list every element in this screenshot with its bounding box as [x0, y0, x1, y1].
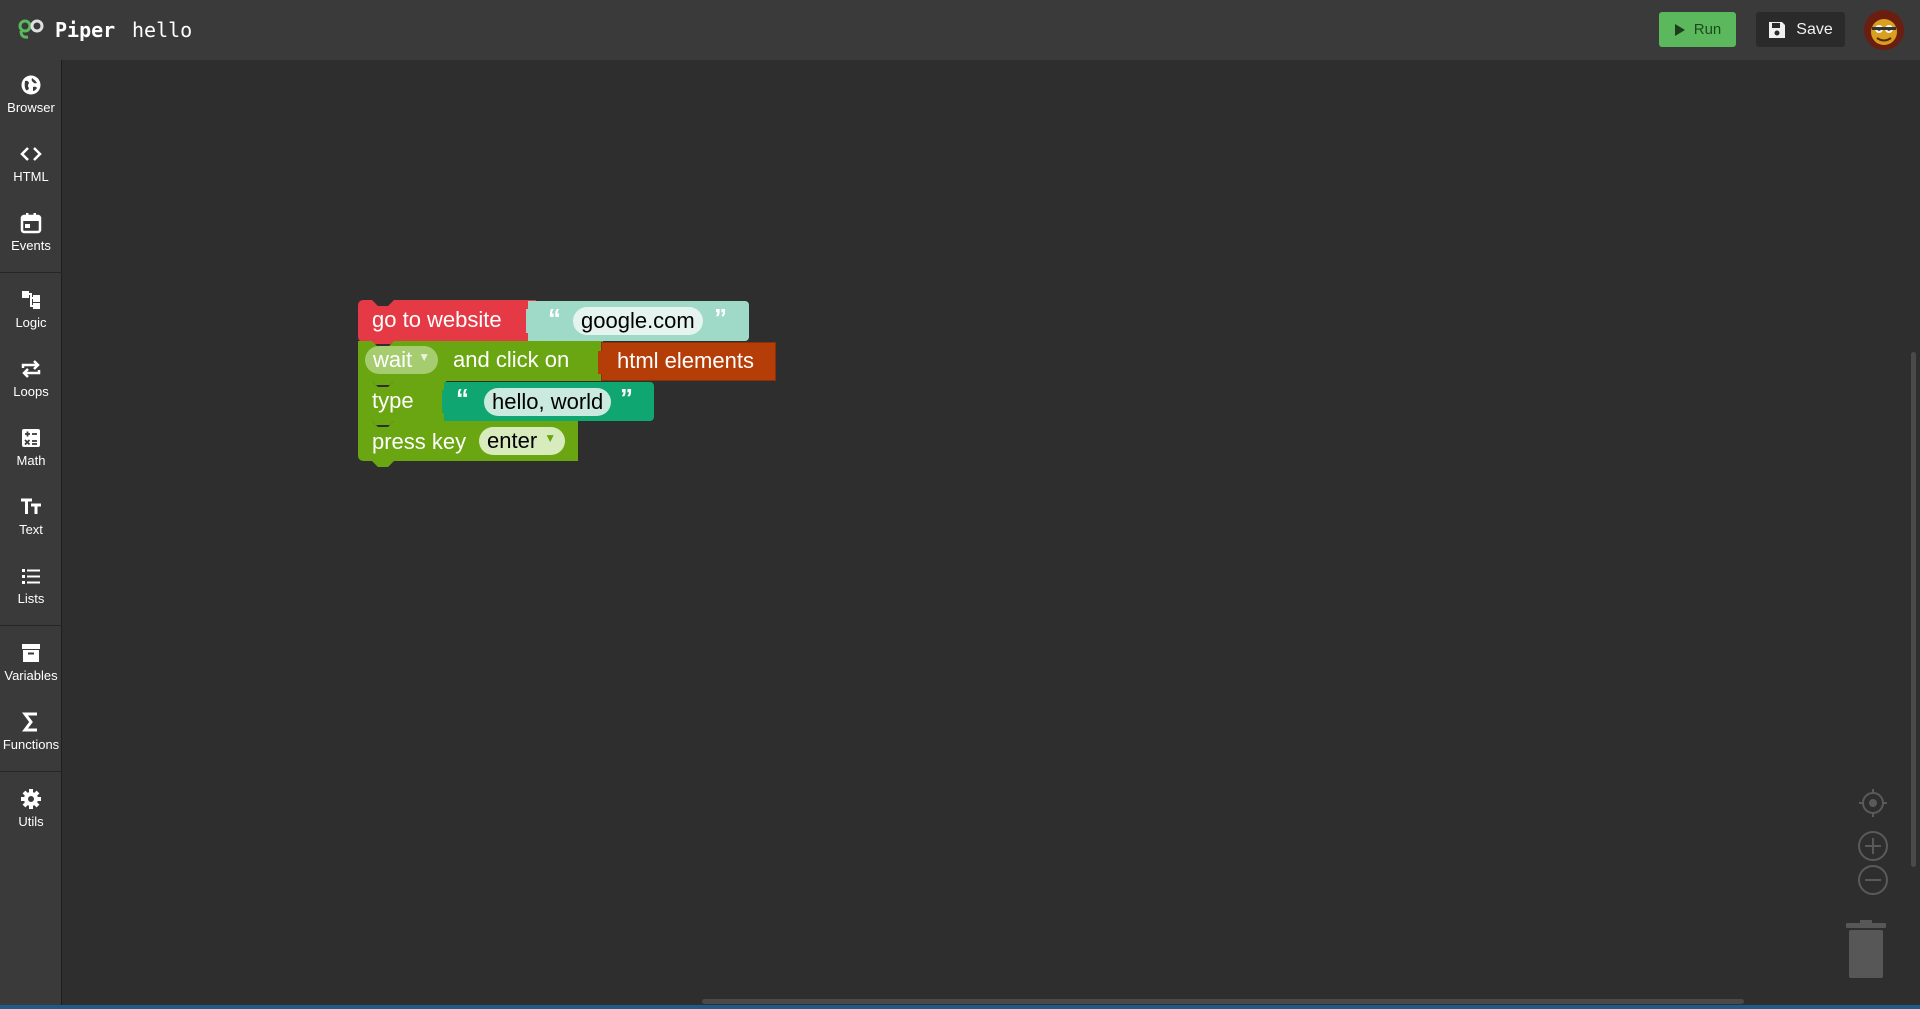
sigma-icon — [22, 712, 37, 732]
zoom-out-icon[interactable] — [1857, 864, 1889, 896]
calendar-icon — [20, 213, 42, 234]
user-avatar-icon — [1864, 10, 1904, 50]
horizontal-scrollbar[interactable] — [702, 999, 1744, 1004]
type-text-block[interactable]: “ hello, world ” — [442, 382, 654, 421]
puzzle-tab — [442, 390, 450, 413]
vertical-scrollbar[interactable] — [1911, 352, 1916, 867]
key-dropdown[interactable]: enter ▼ — [479, 427, 566, 455]
sidebar-label-logic: Logic — [15, 315, 47, 330]
html-elements-label: html elements — [617, 348, 754, 373]
key-value: enter — [487, 428, 538, 453]
wait-mode-dropdown[interactable]: wait ▼ — [365, 346, 439, 374]
sidebar-item-text[interactable]: Text — [0, 484, 62, 544]
go-to-website-label: go to website — [372, 307, 502, 332]
floppy-disk-icon — [1769, 21, 1786, 38]
save-button[interactable]: Save — [1756, 12, 1845, 47]
recenter-icon[interactable] — [1857, 787, 1889, 819]
sidebar-item-functions[interactable]: Functions — [0, 699, 62, 759]
gear-icon — [21, 789, 41, 809]
close-quote-icon: ” — [714, 303, 727, 333]
sidebar-label-utils: Utils — [18, 814, 44, 829]
sidebar-label-lists: Lists — [17, 591, 45, 606]
top-bar: Piper hello Run Save — [0, 0, 1920, 60]
sidebar-label-html: HTML — [13, 169, 49, 184]
sidebar-item-browser[interactable]: Browser — [0, 62, 62, 122]
calculator-icon — [22, 429, 40, 447]
sidebar-item-html[interactable]: HTML — [0, 131, 62, 191]
sidebar-label-browser: Browser — [7, 100, 55, 115]
save-label: Save — [1796, 20, 1833, 38]
run-label: Run — [1693, 21, 1722, 38]
sidebar-label-text: Text — [19, 522, 43, 537]
globe-icon — [21, 75, 41, 95]
code-icon — [20, 147, 42, 161]
puzzle-tab — [598, 351, 606, 374]
sidebar: Browser HTML Events Logic Loops Math Tex… — [0, 60, 62, 1009]
play-icon — [1674, 23, 1685, 36]
dropdown-arrow-icon: ▼ — [544, 431, 557, 445]
trash-icon[interactable] — [1844, 920, 1888, 980]
open-quote-icon: “ — [456, 383, 469, 413]
sidebar-label-functions: Functions — [2, 737, 60, 752]
blocks-workspace[interactable] — [62, 60, 1920, 1005]
avatar[interactable] — [1864, 10, 1904, 50]
open-quote-icon: “ — [548, 303, 561, 333]
sidebar-divider — [0, 272, 62, 273]
text-icon — [21, 498, 41, 514]
sidebar-label-events: Events — [11, 238, 51, 253]
url-text-block[interactable]: “ google.com ” — [526, 301, 749, 341]
zoom-in-icon[interactable] — [1857, 830, 1889, 862]
close-quote-icon: ” — [620, 383, 633, 413]
sidebar-item-logic[interactable]: Logic — [0, 277, 62, 337]
and-click-on-label: and click on — [453, 347, 570, 372]
sidebar-item-events[interactable]: Events — [0, 200, 62, 260]
run-button[interactable]: Run — [1659, 12, 1736, 47]
loop-icon — [21, 360, 41, 378]
sidebar-label-variables: Variables — [4, 668, 58, 683]
bottom-accent-line — [0, 1005, 1920, 1009]
piper-logo-icon — [18, 19, 44, 39]
html-elements-block[interactable]: html elements — [598, 342, 776, 381]
project-name[interactable]: hello — [132, 18, 192, 42]
sidebar-label-loops: Loops — [13, 384, 49, 399]
list-icon — [22, 569, 40, 584]
sidebar-label-math: Math — [16, 453, 46, 468]
sidebar-item-math[interactable]: Math — [0, 415, 62, 475]
sidebar-item-utils[interactable]: Utils — [0, 776, 62, 836]
type-label: type — [372, 388, 414, 413]
url-input[interactable]: google.com — [573, 307, 703, 335]
sidebar-item-lists[interactable]: Lists — [0, 553, 62, 613]
sidebar-divider — [0, 625, 62, 626]
logic-icon — [22, 291, 40, 309]
sidebar-item-variables[interactable]: Variables — [0, 630, 62, 690]
sidebar-divider — [0, 771, 62, 772]
press-key-label: press key — [372, 429, 467, 454]
archive-icon — [22, 644, 40, 662]
sidebar-item-loops[interactable]: Loops — [0, 346, 62, 406]
wait-mode-value: wait — [373, 347, 413, 372]
app-name: Piper — [55, 18, 116, 42]
puzzle-tab — [526, 309, 534, 333]
dropdown-arrow-icon: ▼ — [418, 350, 431, 364]
type-text-input[interactable]: hello, world — [484, 388, 612, 416]
